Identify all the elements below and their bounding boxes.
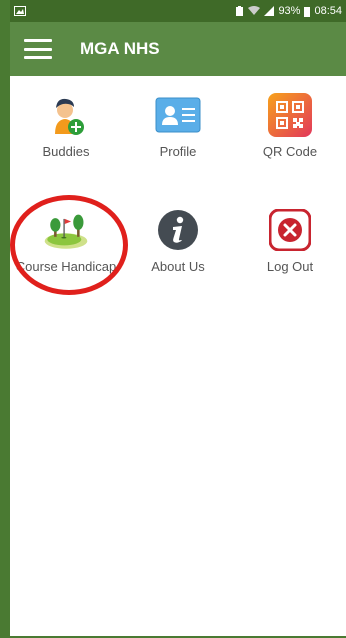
clock: 08:54: [314, 5, 342, 17]
tile-label: Buddies: [42, 144, 90, 159]
tile-label: Course Handicap: [15, 259, 117, 274]
hamburger-menu-button[interactable]: [24, 39, 52, 59]
tile-log-out[interactable]: Log Out: [234, 191, 346, 301]
tile-qr-code[interactable]: QR Code: [234, 76, 346, 186]
frame-left-border: [0, 0, 10, 638]
signal-icon: [264, 6, 275, 16]
logout-x-icon: [267, 207, 313, 253]
buddies-icon: [43, 92, 89, 138]
menu-grid: Buddies Profile QR Code Course Handicap …: [10, 76, 346, 636]
tile-label: QR Code: [262, 144, 318, 159]
battery-icon: [304, 6, 311, 17]
qr-code-icon: [267, 92, 313, 138]
battery-percent: 93%: [278, 5, 301, 17]
tile-about-us[interactable]: About Us: [122, 191, 234, 301]
tile-label: Profile: [159, 144, 197, 159]
gallery-notification-icon: [14, 6, 26, 16]
status-right: 93% 08:54: [235, 5, 346, 17]
golf-course-icon: [43, 207, 89, 253]
tile-course-handicap[interactable]: Course Handicap: [10, 191, 122, 301]
tile-buddies[interactable]: Buddies: [10, 76, 122, 186]
info-icon: [155, 207, 201, 253]
wifi-icon: [248, 6, 261, 15]
status-left: [10, 6, 26, 16]
app-title: MGA NHS: [80, 39, 160, 58]
status-bar: 93% 08:54: [10, 0, 346, 22]
hamburger-line: [24, 47, 52, 51]
battery-saver-icon: [236, 5, 244, 16]
tile-label: Log Out: [266, 259, 314, 274]
tile-label: About Us: [151, 259, 205, 274]
profile-card-icon: [155, 92, 201, 138]
app-bar: MGA NHS: [10, 22, 346, 76]
tile-profile[interactable]: Profile: [122, 76, 234, 186]
hamburger-line: [24, 39, 52, 42]
hamburger-line: [24, 56, 52, 59]
